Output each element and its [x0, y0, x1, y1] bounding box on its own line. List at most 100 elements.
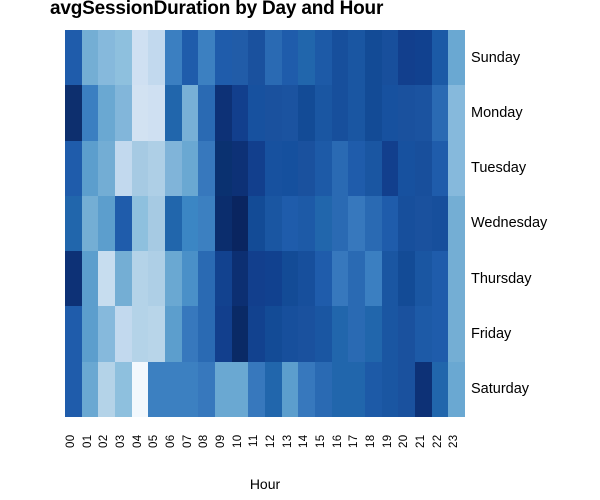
heatmap-cell[interactable]	[98, 85, 115, 141]
heatmap-cell[interactable]	[331, 361, 349, 417]
heatmap-cell[interactable]	[364, 85, 382, 141]
heatmap-cell[interactable]	[398, 306, 415, 362]
heatmap-cell[interactable]	[214, 85, 232, 141]
heatmap-cell[interactable]	[298, 30, 315, 86]
heatmap-cell[interactable]	[198, 361, 215, 417]
heatmap-cell[interactable]	[181, 30, 199, 86]
heatmap-cell[interactable]	[164, 85, 182, 141]
heatmap-cell[interactable]	[264, 306, 282, 362]
heatmap-cell[interactable]	[131, 195, 149, 252]
heatmap-cell[interactable]	[381, 195, 399, 252]
heatmap-cell[interactable]	[81, 361, 99, 417]
heatmap-cell[interactable]	[181, 361, 199, 417]
heatmap-cell[interactable]	[314, 195, 332, 252]
heatmap-cell[interactable]	[348, 306, 365, 362]
heatmap-cell[interactable]	[231, 361, 249, 417]
heatmap-cell[interactable]	[98, 140, 115, 196]
heatmap-cell[interactable]	[81, 85, 99, 141]
heatmap-cell[interactable]	[198, 306, 215, 362]
heatmap-cell[interactable]	[148, 85, 165, 141]
heatmap-cell[interactable]	[131, 361, 149, 417]
heatmap-cell[interactable]	[381, 306, 399, 362]
heatmap-cell[interactable]	[65, 251, 82, 307]
heatmap-cell[interactable]	[214, 30, 232, 86]
heatmap-cell[interactable]	[314, 251, 332, 307]
heatmap-cell[interactable]	[148, 361, 165, 417]
heatmap-cell[interactable]	[231, 306, 249, 362]
heatmap-cell[interactable]	[98, 361, 115, 417]
heatmap-cell[interactable]	[65, 140, 82, 196]
heatmap-cell[interactable]	[281, 251, 299, 307]
heatmap-cell[interactable]	[148, 30, 165, 86]
heatmap-cell[interactable]	[281, 140, 299, 196]
heatmap-cell[interactable]	[331, 140, 349, 196]
heatmap-cell[interactable]	[65, 30, 82, 86]
heatmap-cell[interactable]	[264, 361, 282, 417]
heatmap-cell[interactable]	[114, 306, 132, 362]
heatmap-cell[interactable]	[298, 195, 315, 252]
heatmap-cell[interactable]	[214, 361, 232, 417]
heatmap-cell[interactable]	[248, 361, 265, 417]
heatmap-cell[interactable]	[381, 30, 399, 86]
heatmap-cell[interactable]	[131, 140, 149, 196]
heatmap-cell[interactable]	[81, 140, 99, 196]
heatmap-cell[interactable]	[398, 140, 415, 196]
heatmap-cell[interactable]	[331, 251, 349, 307]
heatmap-cell[interactable]	[348, 251, 365, 307]
heatmap-cell[interactable]	[65, 306, 82, 362]
heatmap-cell[interactable]	[198, 195, 215, 252]
heatmap-cell[interactable]	[348, 195, 365, 252]
heatmap-cell[interactable]	[414, 85, 432, 141]
heatmap-cell[interactable]	[214, 140, 232, 196]
heatmap-cell[interactable]	[364, 195, 382, 252]
heatmap-cell[interactable]	[231, 251, 249, 307]
heatmap-cell[interactable]	[248, 140, 265, 196]
heatmap-cell[interactable]	[431, 361, 449, 417]
heatmap-cell[interactable]	[314, 30, 332, 86]
heatmap-cell[interactable]	[264, 140, 282, 196]
heatmap-cell[interactable]	[281, 30, 299, 86]
heatmap-cell[interactable]	[231, 195, 249, 252]
heatmap-cell[interactable]	[81, 306, 99, 362]
heatmap-cell[interactable]	[398, 85, 415, 141]
heatmap-cell[interactable]	[231, 85, 249, 141]
heatmap-cell[interactable]	[98, 195, 115, 252]
heatmap-cell[interactable]	[431, 306, 449, 362]
heatmap-cell[interactable]	[131, 251, 149, 307]
heatmap-cell[interactable]	[65, 195, 82, 252]
heatmap-cell[interactable]	[181, 306, 199, 362]
heatmap-cell[interactable]	[198, 85, 215, 141]
heatmap-cell[interactable]	[364, 140, 382, 196]
heatmap-cell[interactable]	[431, 85, 449, 141]
heatmap-cell[interactable]	[181, 195, 199, 252]
heatmap-cell[interactable]	[281, 306, 299, 362]
heatmap-cell[interactable]	[281, 195, 299, 252]
heatmap-cell[interactable]	[348, 140, 365, 196]
heatmap-cell[interactable]	[264, 30, 282, 86]
heatmap-cell[interactable]	[248, 85, 265, 141]
heatmap-cell[interactable]	[198, 140, 215, 196]
heatmap-cell[interactable]	[414, 30, 432, 86]
heatmap-cell[interactable]	[164, 30, 182, 86]
heatmap-cell[interactable]	[281, 85, 299, 141]
heatmap-cell[interactable]	[431, 140, 449, 196]
heatmap-cell[interactable]	[414, 251, 432, 307]
heatmap-cell[interactable]	[348, 361, 365, 417]
heatmap-cell[interactable]	[314, 306, 332, 362]
heatmap-cell[interactable]	[214, 195, 232, 252]
heatmap-cell[interactable]	[364, 361, 382, 417]
heatmap-cell[interactable]	[164, 251, 182, 307]
heatmap-cell[interactable]	[98, 251, 115, 307]
heatmap-cell[interactable]	[298, 140, 315, 196]
heatmap-cell[interactable]	[331, 195, 349, 252]
heatmap-cell[interactable]	[131, 306, 149, 362]
heatmap-cell[interactable]	[164, 361, 182, 417]
heatmap-cell[interactable]	[348, 30, 365, 86]
heatmap-cell[interactable]	[148, 251, 165, 307]
heatmap-cell[interactable]	[198, 251, 215, 307]
heatmap-cell[interactable]	[398, 251, 415, 307]
heatmap-cell[interactable]	[114, 361, 132, 417]
heatmap-cell[interactable]	[414, 195, 432, 252]
heatmap-cell[interactable]	[148, 195, 165, 252]
heatmap-cell[interactable]	[381, 140, 399, 196]
